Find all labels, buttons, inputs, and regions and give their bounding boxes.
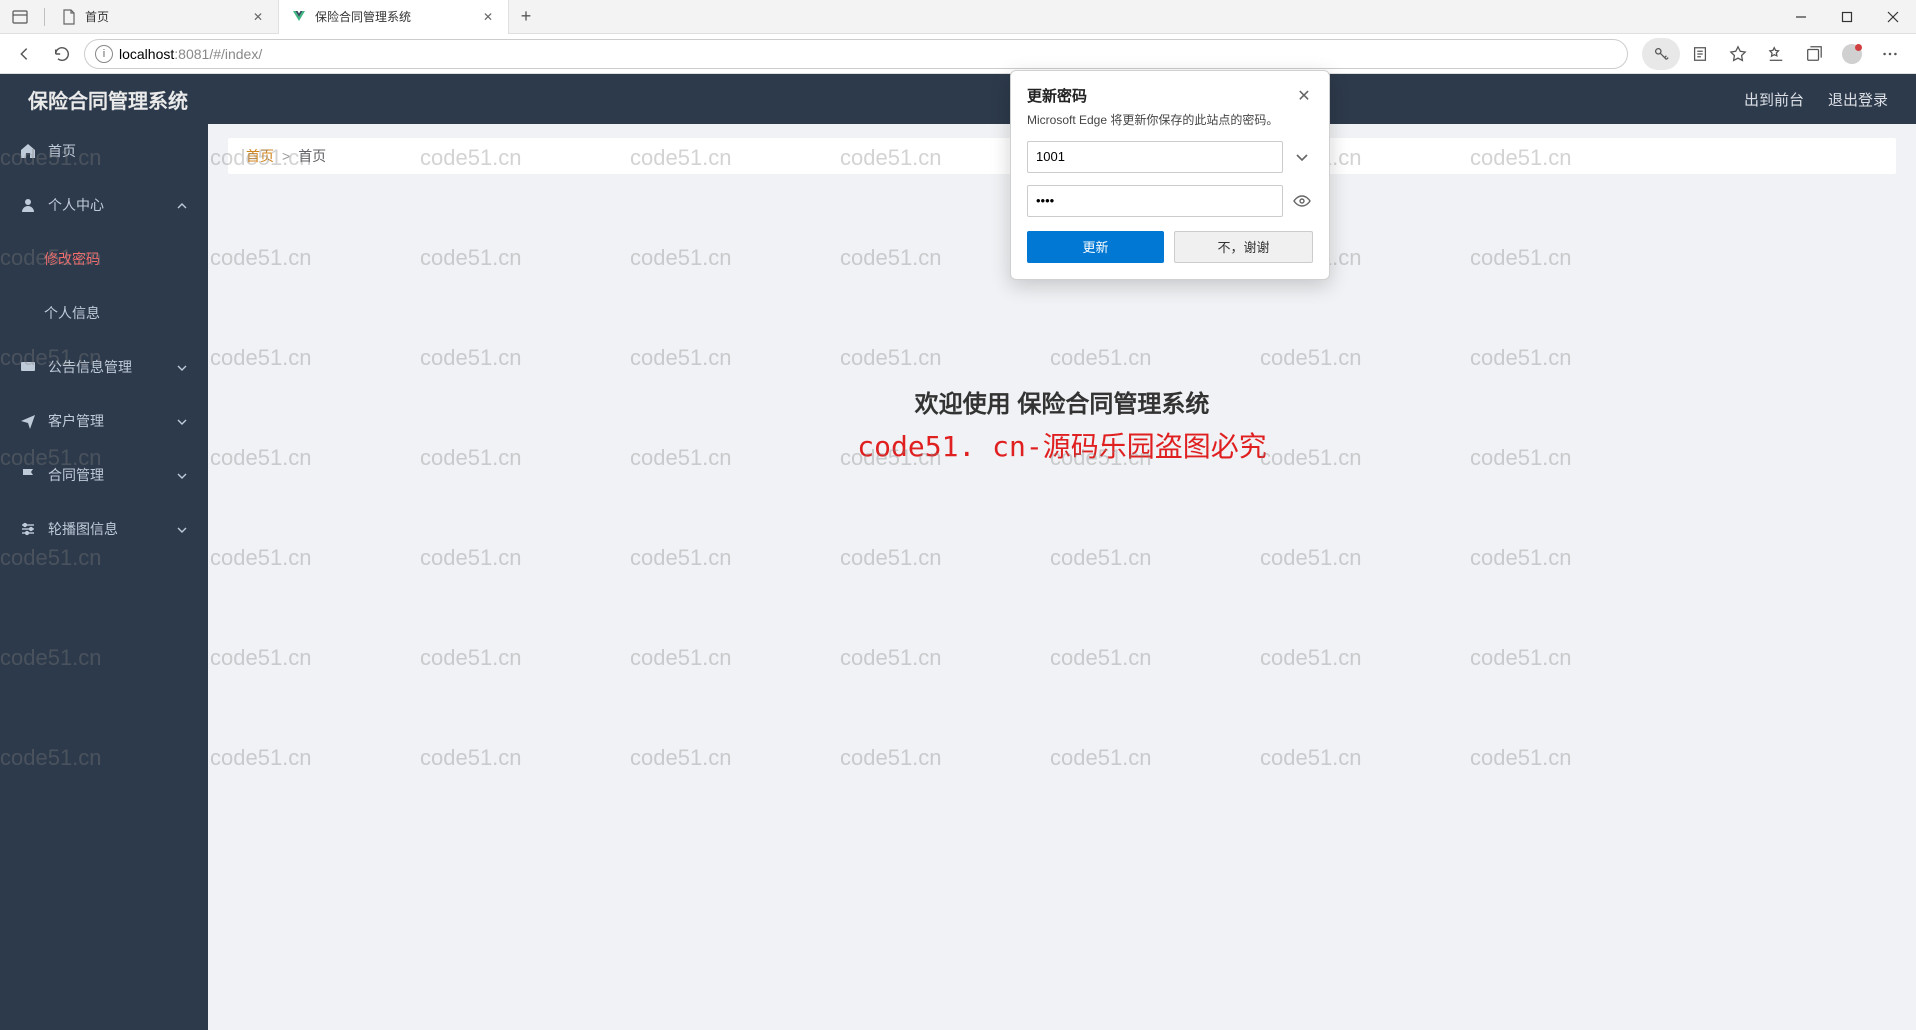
- chevron-down-icon: [176, 415, 188, 427]
- popup-description: Microsoft Edge 将更新你保存的此站点的密码。: [1027, 112, 1313, 129]
- sidebar-item-announcement[interactable]: 公告信息管理: [0, 340, 208, 394]
- breadcrumb-separator: >: [282, 148, 290, 164]
- back-button[interactable]: [8, 38, 40, 70]
- favorites-bar-icon[interactable]: [1758, 38, 1794, 70]
- sidebar-item-label: 个人信息: [44, 303, 188, 323]
- sidebar-item-label: 修改密码: [44, 249, 188, 269]
- url-text: localhost:8081/#/index/: [119, 46, 262, 62]
- watermark-center: code51. cn-源码乐园盗图必究: [228, 425, 1896, 465]
- user-icon: [20, 197, 36, 213]
- close-button[interactable]: [1870, 0, 1916, 34]
- password-save-popup: 更新密码 ✕ Microsoft Edge 将更新你保存的此站点的密码。 更新 …: [1010, 70, 1330, 280]
- chevron-up-icon: [176, 199, 188, 211]
- sidebar-sub-change-password[interactable]: 修改密码: [0, 232, 208, 286]
- close-icon[interactable]: ✕: [250, 9, 266, 25]
- header-link-logout[interactable]: 退出登录: [1828, 89, 1888, 110]
- update-button[interactable]: 更新: [1027, 231, 1164, 263]
- flag-icon: [20, 467, 36, 483]
- toolbar-right: [1642, 38, 1908, 70]
- favorites-icon[interactable]: [1720, 38, 1756, 70]
- sliders-icon: [20, 521, 36, 537]
- new-tab-button[interactable]: +: [509, 6, 543, 27]
- chevron-down-icon: [176, 361, 188, 373]
- message-icon: [20, 359, 36, 375]
- window-controls: [1778, 0, 1916, 34]
- tab-manager-button[interactable]: [0, 0, 40, 34]
- chevron-down-icon: [176, 469, 188, 481]
- sidebar-item-label: 合同管理: [48, 465, 164, 485]
- tab-title: 首页: [85, 8, 242, 25]
- more-icon[interactable]: [1872, 38, 1908, 70]
- sidebar-item-carousel[interactable]: 轮播图信息: [0, 502, 208, 556]
- eye-icon[interactable]: [1291, 192, 1313, 210]
- tab-title: 保险合同管理系统: [315, 8, 472, 25]
- chevron-down-icon[interactable]: [1291, 148, 1313, 166]
- sidebar-item-label: 客户管理: [48, 411, 164, 431]
- breadcrumb-home[interactable]: 首页: [246, 146, 274, 166]
- browser-tab-1[interactable]: 保险合同管理系统 ✕: [279, 0, 509, 34]
- popup-close-icon[interactable]: ✕: [1295, 87, 1313, 105]
- popup-title: 更新密码: [1027, 85, 1087, 106]
- read-aloud-icon[interactable]: [1682, 38, 1718, 70]
- send-icon: [20, 413, 36, 429]
- sidebar-item-personal[interactable]: 个人中心: [0, 178, 208, 232]
- browser-tab-0[interactable]: 首页 ✕: [49, 0, 279, 34]
- breadcrumb-current: 首页: [298, 146, 326, 166]
- profile-icon[interactable]: [1834, 38, 1870, 70]
- url-input[interactable]: i localhost:8081/#/index/: [84, 39, 1628, 69]
- sidebar-item-home[interactable]: 首页: [0, 124, 208, 178]
- home-icon: [20, 143, 36, 159]
- decline-button[interactable]: 不，谢谢: [1174, 231, 1313, 263]
- refresh-button[interactable]: [46, 38, 78, 70]
- close-icon[interactable]: ✕: [480, 9, 496, 25]
- app-title: 保险合同管理系统: [28, 85, 188, 114]
- header-link-front[interactable]: 出到前台: [1744, 89, 1804, 110]
- sidebar: 首页 个人中心 修改密码 个人信息 公告信息管理 客户管理 合同管理: [0, 124, 208, 1030]
- address-bar: i localhost:8081/#/index/: [0, 34, 1916, 74]
- minimize-button[interactable]: [1778, 0, 1824, 34]
- vue-icon: [291, 9, 307, 25]
- app-header: 保险合同管理系统 出到前台 退出登录: [0, 74, 1916, 124]
- welcome-heading: 欢迎使用 保险合同管理系统: [228, 384, 1896, 419]
- sidebar-item-label: 个人中心: [48, 195, 164, 215]
- sidebar-sub-personal-info[interactable]: 个人信息: [0, 286, 208, 340]
- sidebar-item-customer[interactable]: 客户管理: [0, 394, 208, 448]
- browser-title-bar: 首页 ✕ 保险合同管理系统 ✕ +: [0, 0, 1916, 34]
- sidebar-item-contract[interactable]: 合同管理: [0, 448, 208, 502]
- sidebar-item-label: 公告信息管理: [48, 357, 164, 377]
- password-input[interactable]: [1027, 185, 1283, 217]
- info-icon[interactable]: i: [95, 45, 113, 63]
- key-icon[interactable]: [1642, 38, 1680, 70]
- sidebar-item-label: 轮播图信息: [48, 519, 164, 539]
- collections-icon[interactable]: [1796, 38, 1832, 70]
- tab-divider: [44, 8, 45, 26]
- maximize-button[interactable]: [1824, 0, 1870, 34]
- sidebar-item-label: 首页: [48, 141, 188, 161]
- username-input[interactable]: [1027, 141, 1283, 173]
- page-icon: [61, 9, 77, 25]
- chevron-down-icon: [176, 523, 188, 535]
